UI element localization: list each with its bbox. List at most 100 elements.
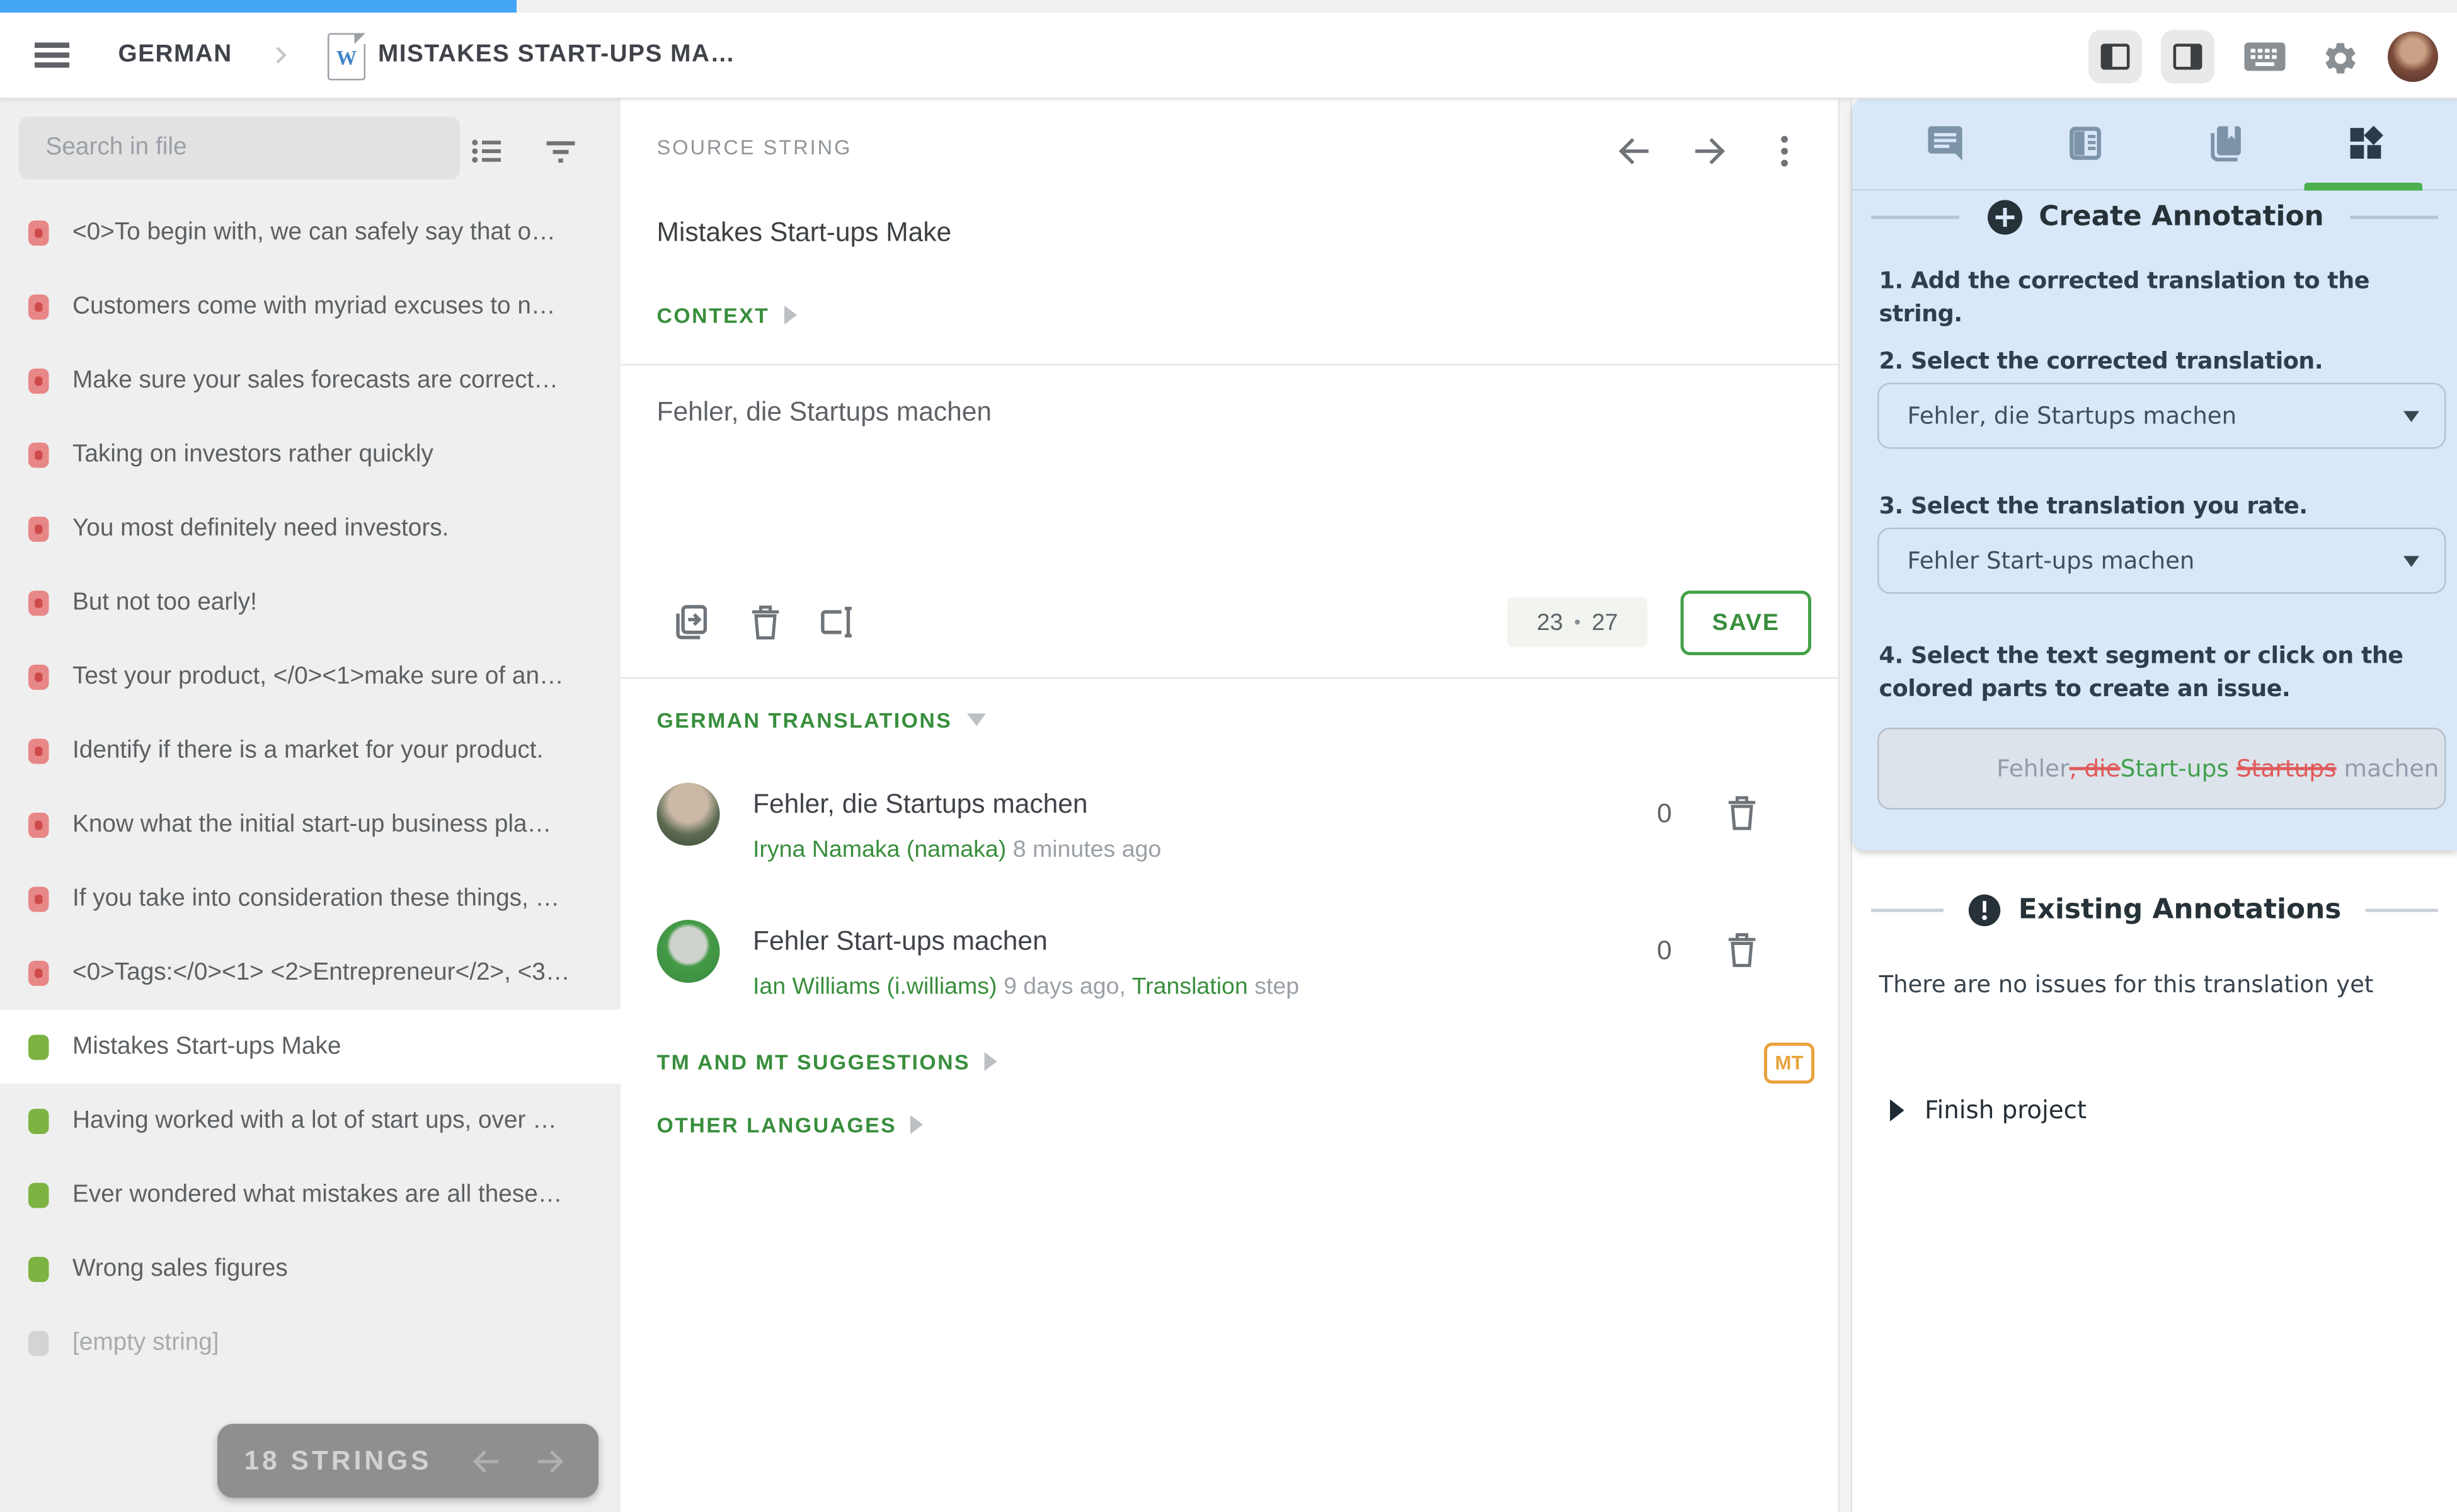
list-view-icon[interactable] <box>468 132 506 170</box>
string-text: Mistakes Start-ups Make <box>72 1033 341 1061</box>
rated-translation-select[interactable]: Fehler Start-ups machen <box>1877 528 2446 594</box>
settings-gear-icon[interactable] <box>2322 40 2359 77</box>
string-text: [empty string] <box>72 1329 219 1357</box>
diff-segment[interactable]: machen <box>2337 755 2439 783</box>
diff-segment[interactable]: , die <box>2069 755 2120 783</box>
word-document-icon: W <box>328 33 365 81</box>
clear-translation-icon[interactable] <box>747 602 788 643</box>
search-input[interactable] <box>19 117 460 180</box>
app-header: GERMAN W MISTAKES START-UPS MA… <box>0 13 2457 100</box>
translations-section-toggle[interactable]: GERMAN TRANSLATIONS <box>657 709 985 733</box>
delete-translation-icon[interactable] <box>1723 929 1764 970</box>
status-bullet <box>28 812 49 837</box>
toggle-right-panel-button[interactable] <box>2161 30 2214 84</box>
string-text: Test your product, </0><1>make sure of a… <box>72 662 564 690</box>
breadcrumb-language[interactable]: GERMAN <box>118 41 232 69</box>
list-item[interactable]: But not too early! <box>0 566 621 640</box>
tab-glossary[interactable] <box>2177 98 2272 189</box>
list-item[interactable]: Make sure your sales forecasts are corre… <box>0 343 621 418</box>
status-bullet <box>28 1108 49 1133</box>
list-item[interactable]: If you take into consideration these thi… <box>0 862 621 936</box>
tm-mt-suggestions-toggle[interactable]: TM AND MT SUGGESTIONS <box>657 1051 997 1075</box>
list-item[interactable]: Mistakes Start-ups Make <box>0 1010 621 1084</box>
menu-icon[interactable] <box>35 38 69 72</box>
tab-document-info[interactable] <box>2037 98 2132 189</box>
list-item[interactable]: You most definitely need investors. <box>0 491 621 566</box>
list-item[interactable]: Customers come with myriad excuses to n… <box>0 270 621 344</box>
toggle-left-panel-button[interactable] <box>2088 30 2142 84</box>
author-link[interactable]: Iryna Namaka (namaka) <box>753 837 1006 864</box>
chars-total: 27 <box>1591 609 1618 636</box>
prev-page-icon[interactable] <box>470 1443 505 1478</box>
no-issues-message: There are no issues for this translation… <box>1879 972 2374 999</box>
context-toggle[interactable]: CONTEXT <box>657 304 796 328</box>
diff-text: Fehler, dieStart-ups Startups machen <box>1922 726 2439 811</box>
save-button[interactable]: SAVE <box>1681 591 1812 656</box>
chevron-right-icon <box>268 43 293 68</box>
annotation-step-3: 3. Select the translation you rate. <box>1879 490 2434 524</box>
user-avatar[interactable] <box>2388 32 2438 82</box>
status-bullet <box>28 590 49 615</box>
translation-input-text[interactable]: Fehler, die Startups machen <box>657 397 992 428</box>
more-options-icon[interactable] <box>1764 131 1805 172</box>
filter-icon[interactable] <box>542 132 580 170</box>
source-string-text: Mistakes Start-ups Make <box>657 217 952 249</box>
chars-current: 23 <box>1537 609 1563 636</box>
panel-title: Existing Annotations <box>2019 895 2342 926</box>
translation-text[interactable]: Fehler, die Startups machen <box>753 789 1088 821</box>
status-bullet <box>28 516 49 541</box>
sidebar-tabs <box>1852 98 2457 191</box>
decorative-line <box>1871 909 1944 912</box>
finish-project-toggle[interactable]: Finish project <box>1890 1096 2087 1125</box>
translation-text[interactable]: Fehler Start-ups machen <box>753 926 1048 958</box>
list-item[interactable]: Having worked with a lot of start ups, o… <box>0 1084 621 1158</box>
status-bullet <box>28 886 49 911</box>
next-string-icon[interactable] <box>1688 131 1729 172</box>
copy-source-icon[interactable] <box>670 602 711 643</box>
mt-badge: MT <box>1764 1043 1814 1084</box>
panel-right-icon <box>2170 40 2205 74</box>
list-item[interactable]: Wrong sales figures <box>0 1232 621 1306</box>
other-languages-toggle[interactable]: OTHER LANGUAGES <box>657 1114 924 1138</box>
list-item[interactable]: Know what the initial start-up business … <box>0 788 621 862</box>
tab-comments[interactable] <box>1897 98 1991 189</box>
next-page-icon[interactable] <box>533 1443 568 1478</box>
create-annotation-header: Create Annotation <box>1852 198 2457 236</box>
list-item[interactable]: Ever wondered what mistakes are all thes… <box>0 1158 621 1232</box>
author-link[interactable]: Ian Williams (i.williams) <box>753 973 997 1000</box>
corrected-translation-select[interactable]: Fehler, die Startups machen <box>1877 383 2446 449</box>
string-text: If you take into consideration these thi… <box>72 885 559 913</box>
select-text-icon[interactable] <box>816 602 857 643</box>
panel-scrollbar-gutter[interactable] <box>1838 98 1853 1512</box>
delete-translation-icon[interactable] <box>1723 793 1764 833</box>
translation-meta: Ian Williams (i.williams) 9 days ago, Tr… <box>753 973 1299 1000</box>
file-progress-fill <box>0 0 516 13</box>
annotation-sidebar: Create Annotation 1. Add the corrected t… <box>1852 98 2457 1512</box>
previous-string-icon[interactable] <box>1615 131 1656 172</box>
status-bullet <box>28 1034 49 1059</box>
list-item[interactable]: Identify if there is a market for your p… <box>0 714 621 788</box>
annotation-step-4: 4. Select the text segment or click on t… <box>1879 639 2434 706</box>
diff-segment[interactable]: Start-ups <box>2121 755 2229 783</box>
keyboard-shortcuts-icon[interactable] <box>2243 40 2287 74</box>
timestamp: 8 minutes ago <box>1013 837 1162 864</box>
list-item[interactable]: Taking on investors rather quickly <box>0 418 621 492</box>
list-item[interactable]: <0>To begin with, we can safely say that… <box>0 195 621 270</box>
timestamp: 9 days ago, <box>1004 973 1126 1000</box>
diff-segment[interactable] <box>2229 755 2236 783</box>
string-text: Wrong sales figures <box>72 1254 288 1283</box>
decorative-line <box>1871 216 1959 219</box>
list-item[interactable]: Test your product, </0><1>make sure of a… <box>0 639 621 714</box>
list-item[interactable]: [empty string] <box>0 1306 621 1380</box>
diff-segment[interactable]: Startups <box>2236 755 2337 783</box>
search-box <box>19 117 460 180</box>
avatar <box>657 783 720 846</box>
list-item[interactable]: <0>Tags:</0><1> <2>Entrepreneur</2>, <3… <box>0 936 621 1010</box>
tab-annotations[interactable] <box>2318 98 2412 189</box>
diff-segment[interactable]: Fehler <box>1996 755 2069 783</box>
workflow-step-link[interactable]: Translation <box>1132 973 1248 1000</box>
expand-icon <box>985 1052 997 1071</box>
char-counter: 23 • 27 <box>1508 597 1648 648</box>
divider <box>621 677 1852 679</box>
document-title[interactable]: MISTAKES START-UPS MA… <box>378 41 736 69</box>
